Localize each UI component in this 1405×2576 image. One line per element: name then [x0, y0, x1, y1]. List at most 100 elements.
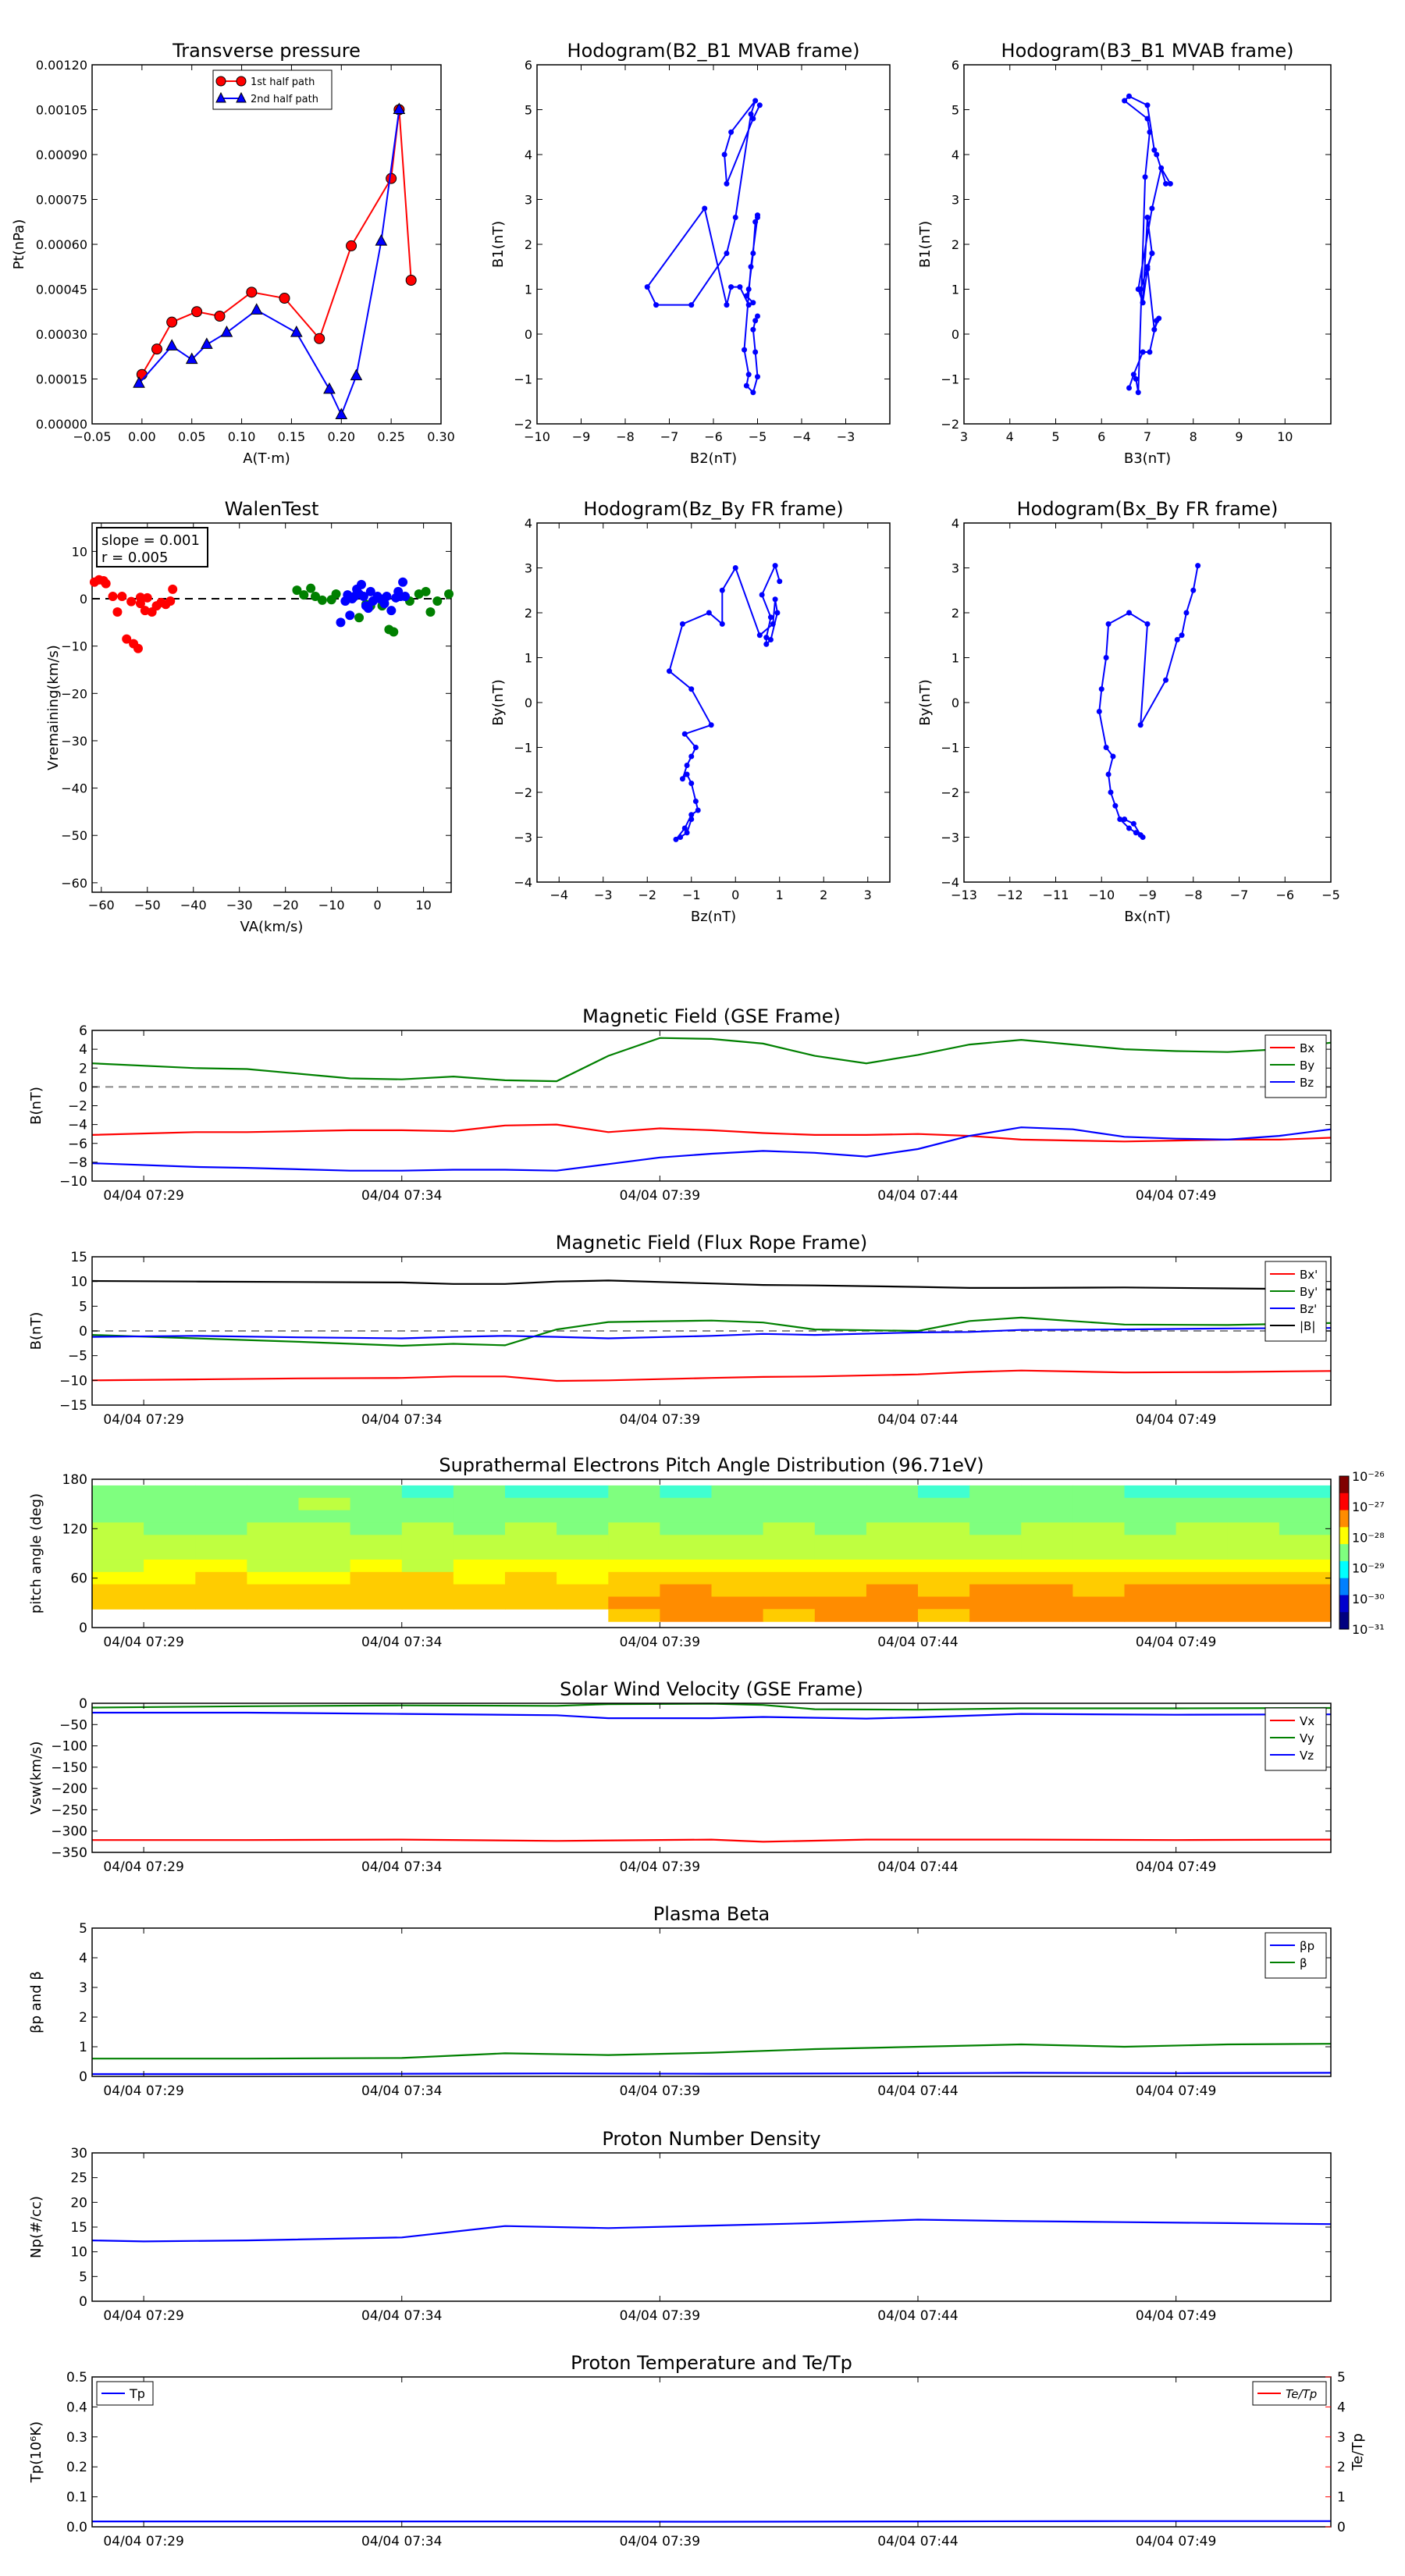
beta-frame: [91, 1927, 1332, 2077]
walen-annotation-line: r = 0.005: [101, 550, 168, 566]
pad-cell: [247, 1497, 300, 1511]
h2-point: [1147, 349, 1153, 355]
pad-cell: [92, 1485, 144, 1499]
np-panel: Proton Number Density 04/04 07:29 04/04 07…: [28, 2128, 1332, 2324]
pad-cell: [866, 1522, 919, 1535]
pad-cell: [969, 1584, 1022, 1597]
pad-cell: [92, 1584, 144, 1597]
h3-point: [756, 632, 763, 639]
pad-cell: [247, 1510, 300, 1523]
h4-xtick-label: −8: [1184, 888, 1203, 902]
vsw-legend-label: Vx: [1300, 1714, 1314, 1728]
h2-point: [1126, 93, 1132, 99]
pad-cell: [711, 1497, 764, 1511]
pad-cell: [247, 1559, 300, 1573]
mag_gse-series-line: [91, 1037, 1332, 1083]
walen-point: [357, 579, 366, 589]
pad-ytick-label: 180: [62, 1472, 87, 1488]
h2-ytick-label: 3: [951, 193, 959, 208]
pad-cell: [453, 1571, 506, 1585]
vsw-ytick-label: −350: [51, 1845, 87, 1861]
tp-xtick-label: 0.05: [178, 429, 206, 444]
walen-xtick-label: 0: [374, 898, 382, 913]
h2-point: [1163, 180, 1168, 187]
pad-cell: [814, 1596, 867, 1610]
h4-point: [1112, 802, 1119, 809]
vsw-series-line: [91, 1703, 1332, 1711]
h3-point: [673, 836, 679, 842]
pad-panel: Suprathermal Electrons Pitch Angle Distr…: [28, 1454, 1385, 1650]
pad-cell: [1227, 1497, 1280, 1511]
pad-cell: [1227, 1559, 1280, 1573]
h3-point: [719, 621, 725, 627]
pad-cell: [401, 1547, 454, 1560]
tp-ytick-label: 0.00045: [36, 283, 87, 297]
h3-point: [763, 641, 770, 647]
mag_fr-title: Magnetic Field (Flux Rope Frame): [556, 1232, 867, 1254]
temp-xtick-label: 04/04 07:29: [103, 2534, 183, 2549]
vsw-ytick-label: −100: [51, 1739, 87, 1755]
h2-xlabel: B3(nT): [1124, 450, 1171, 467]
pad-cell: [505, 1596, 557, 1610]
beta-series-line: [92, 2072, 1332, 2076]
h2-point: [1149, 205, 1155, 212]
h4-xtick-label: −10: [1088, 888, 1115, 902]
temp-ylabel-right: Te/Tp: [1350, 2433, 1366, 2471]
pad-cell: [1021, 1535, 1073, 1548]
pad-cell: [918, 1535, 970, 1548]
pad-xtick-label: 04/04 07:29: [103, 1635, 183, 1650]
pad-cell: [298, 1596, 351, 1610]
pad-cell: [969, 1547, 1022, 1560]
h4-point: [1174, 637, 1180, 642]
walen-point: [444, 589, 454, 599]
h3-point: [772, 596, 778, 603]
tp-ytick-label: 0.00000: [36, 417, 87, 432]
pad-cell: [608, 1522, 660, 1535]
mag_gse-ylabel: B(nT): [28, 1087, 44, 1125]
h4-frame: [963, 522, 1332, 883]
walen-point: [165, 596, 176, 607]
pad-cell: [660, 1485, 713, 1499]
pad-cell: [660, 1596, 713, 1610]
pad-cell: [608, 1584, 660, 1597]
walen-xtick-label: −20: [272, 898, 299, 913]
pad-cell: [247, 1584, 300, 1597]
beta-xtick-label: 04/04 07:34: [361, 2083, 442, 2099]
h4-xtick-label: −7: [1230, 888, 1249, 902]
mag_gse-xtick-label: 04/04 07:29: [103, 1188, 183, 1204]
pad-cell: [763, 1547, 816, 1560]
pad-cell: [1279, 1535, 1332, 1548]
pad-cell: [763, 1571, 816, 1585]
h1-point: [724, 180, 730, 187]
pad-cell: [918, 1571, 970, 1585]
h3-point: [719, 587, 725, 593]
pad-cell: [557, 1535, 609, 1548]
h4-point: [1144, 621, 1151, 627]
pad-cell: [918, 1559, 970, 1573]
pad-ylabel: pitch angle (deg): [28, 1493, 44, 1614]
h1-ytick-label: 4: [525, 148, 532, 162]
h4-ytick-label: 4: [951, 516, 959, 531]
pad-cell: [195, 1584, 247, 1597]
pad-cell: [92, 1535, 144, 1548]
h3-title: Hodogram(Bz_By FR frame): [583, 498, 843, 520]
pad-cell: [557, 1596, 609, 1610]
tp-point-triangle: [250, 303, 263, 315]
h1-ytick-label: 6: [525, 58, 532, 73]
pad-cell: [144, 1547, 196, 1560]
pad-cell: [608, 1497, 660, 1511]
temp-ytick-label: 0.3: [66, 2430, 87, 2446]
np-ytick-label: 25: [70, 2171, 87, 2186]
walen-xtick-label: −10: [318, 898, 345, 913]
mag_fr-xtick-label: 04/04 07:29: [103, 1412, 183, 1428]
pad-cell: [1176, 1584, 1229, 1597]
mag_fr-ytick-label: 10: [70, 1275, 87, 1290]
h1-point: [755, 212, 760, 219]
h4-point: [1179, 632, 1185, 639]
pad-ytick-label: 60: [70, 1571, 87, 1587]
pad-cell: [711, 1485, 764, 1499]
h1-point: [752, 318, 759, 324]
pad-cell: [92, 1571, 144, 1585]
pad-cell: [453, 1535, 506, 1548]
pad-cell: [711, 1535, 764, 1548]
